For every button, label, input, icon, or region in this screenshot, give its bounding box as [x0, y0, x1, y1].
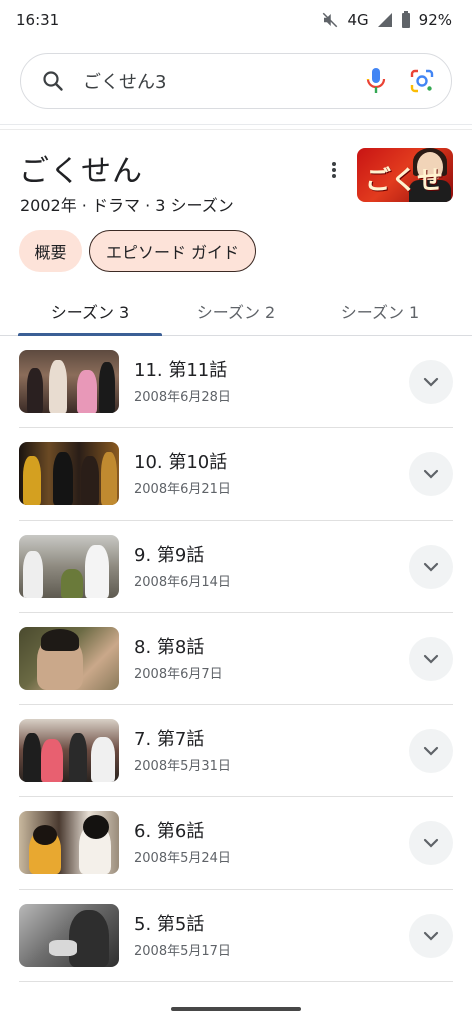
episode-thumbnail — [19, 442, 119, 506]
episode-date: 2008年6月21日 — [134, 482, 231, 498]
more-options-icon[interactable] — [322, 158, 346, 182]
episode-item[interactable]: 10. 第10話 2008年6月21日 — [19, 428, 453, 521]
episode-item[interactable]: 6. 第6話 2008年5月24日 — [19, 797, 453, 890]
tab-season-1[interactable]: シーズン 1 — [308, 286, 452, 336]
entity-title: ごくせん — [19, 154, 143, 189]
home-indicator[interactable] — [171, 1007, 301, 1011]
battery-percent: 92% — [418, 11, 452, 29]
episode-item[interactable]: 9. 第9話 2008年6月14日 — [19, 521, 453, 613]
episode-list: 11. 第11話 2008年6月28日 10. 第10話 2008年6月21日 … — [0, 336, 472, 983]
episode-date: 2008年5月17日 — [134, 943, 231, 959]
episode-date: 2008年6月7日 — [134, 666, 223, 682]
poster-image[interactable]: ごくせん — [357, 148, 453, 202]
episode-item[interactable]: 11. 第11話 2008年6月28日 — [19, 336, 453, 429]
episode-date: 2008年6月14日 — [134, 574, 231, 590]
episode-title: 8. 第8話 — [134, 636, 205, 658]
signal-icon — [377, 12, 393, 28]
battery-icon — [401, 11, 411, 29]
episode-thumbnail — [19, 350, 119, 413]
episode-title: 10. 第10話 — [134, 452, 228, 474]
episode-date: 2008年6月28日 — [134, 390, 231, 405]
tab-season-2[interactable]: シーズン 2 — [164, 286, 308, 336]
episode-thumbnail — [19, 903, 119, 967]
chevron-down-icon[interactable] — [409, 452, 453, 497]
episode-title: 5. 第5話 — [134, 913, 205, 935]
chevron-down-icon[interactable] — [409, 729, 453, 774]
search-icon[interactable] — [39, 67, 67, 95]
search-input[interactable]: ごくせん3 — [83, 68, 345, 94]
episode-title: 6. 第6話 — [134, 821, 205, 843]
episode-title: 7. 第7話 — [134, 729, 205, 751]
chevron-down-icon[interactable] — [409, 544, 453, 589]
chevron-down-icon[interactable] — [409, 821, 453, 866]
episode-thumbnail — [19, 534, 119, 598]
chevron-down-icon[interactable] — [409, 636, 453, 681]
mic-icon[interactable] — [361, 66, 391, 96]
mute-icon — [321, 11, 339, 29]
episode-thumbnail — [19, 719, 119, 783]
episode-title: 9. 第9話 — [134, 544, 205, 566]
status-bar: 16:31 4G 92% — [0, 0, 472, 40]
episode-item[interactable]: 7. 第7話 2008年5月31日 — [19, 705, 453, 798]
chevron-down-icon[interactable] — [409, 360, 453, 404]
search-box[interactable]: ごくせん3 — [20, 53, 452, 109]
chip-episode-guide[interactable]: エピソード ガイド — [89, 230, 256, 272]
episode-item[interactable]: 8. 第8話 2008年6月7日 — [19, 613, 453, 706]
divider — [0, 129, 472, 130]
poster-logo: ごくせん — [365, 166, 444, 196]
episode-item[interactable]: 5. 第5話 2008年5月17日 — [19, 890, 453, 983]
chip-overview[interactable]: 概要 — [19, 230, 82, 272]
network-label: 4G — [347, 11, 369, 29]
lens-icon[interactable] — [407, 66, 437, 96]
tab-season-3[interactable]: シーズン 3 — [18, 286, 162, 336]
episode-thumbnail — [19, 626, 119, 690]
episode-thumbnail — [19, 811, 119, 875]
episode-title: 11. 第11話 — [134, 360, 228, 381]
entity-subtitle: 2002年 · ドラマ · 3 シーズン — [20, 196, 234, 215]
status-time: 16:31 — [16, 11, 60, 29]
season-tabs: シーズン 3 シーズン 2 シーズン 1 — [0, 286, 472, 336]
status-icons: 4G 92% — [321, 11, 452, 29]
divider — [0, 124, 472, 125]
episode-date: 2008年5月31日 — [134, 759, 231, 775]
episode-date: 2008年5月24日 — [134, 851, 231, 867]
chevron-down-icon[interactable] — [409, 913, 453, 958]
